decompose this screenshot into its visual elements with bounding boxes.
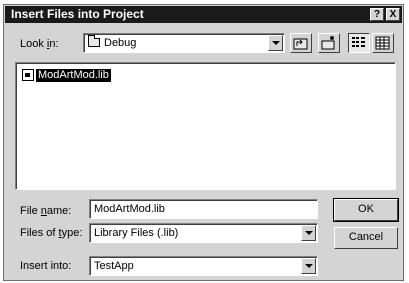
look-in-dropdown[interactable]: Debug [83, 33, 285, 53]
file-name-label: File name: [20, 205, 72, 217]
title-bar: Insert Files into Project ? X [5, 6, 402, 23]
look-in-label: Look in: [20, 38, 59, 50]
file-type-label: Files of type: [20, 227, 83, 239]
chevron-down-icon[interactable] [301, 225, 316, 241]
up-folder-icon [293, 38, 308, 50]
new-folder-button[interactable] [318, 33, 340, 53]
cancel-button[interactable]: Cancel [334, 227, 398, 249]
close-button[interactable]: X [386, 8, 400, 21]
look-in-value: Debug [104, 37, 137, 49]
insert-files-dialog: Insert Files into Project ? X Look in: D… [3, 4, 404, 281]
help-button[interactable]: ? [370, 8, 384, 21]
file-type-dropdown[interactable]: Library Files (.lib) [89, 223, 318, 243]
chevron-down-icon[interactable] [268, 35, 283, 51]
library-file-icon [22, 69, 34, 81]
new-folder-icon [321, 36, 335, 50]
file-name-input[interactable]: ModArtMod.lib [89, 199, 318, 219]
list-view-icon [352, 37, 365, 47]
file-type-value: Library Files (.lib) [94, 227, 179, 239]
insert-into-label: Insert into: [20, 260, 72, 272]
up-folder-button[interactable] [290, 33, 312, 53]
file-list[interactable]: ModArtMod.lib [15, 62, 396, 190]
window-title: Insert Files into Project [11, 7, 144, 21]
insert-into-dropdown[interactable]: TestApp [89, 256, 318, 276]
details-view-icon [375, 36, 390, 50]
folder-icon [88, 35, 100, 47]
file-name-text: ModArtMod.lib [36, 68, 111, 82]
details-view-button[interactable] [372, 33, 394, 53]
ok-button[interactable]: OK [333, 198, 399, 222]
list-view-button[interactable] [348, 33, 370, 53]
list-item[interactable]: ModArtMod.lib [22, 68, 111, 82]
chevron-down-icon[interactable] [301, 258, 316, 274]
insert-into-value: TestApp [94, 260, 134, 272]
